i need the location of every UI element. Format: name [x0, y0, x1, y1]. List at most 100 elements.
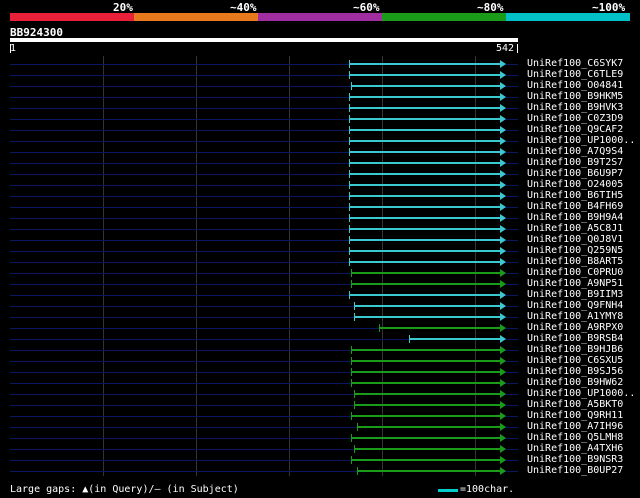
hit-arrow-icon — [500, 269, 506, 277]
hit-label[interactable]: UniRef100_B0UP27 — [527, 465, 623, 476]
hit-label[interactable]: UniRef100_C6SYK7 — [527, 58, 623, 69]
hit-label[interactable]: UniRef100_C6TLE9 — [527, 69, 623, 80]
hit-label[interactable]: UniRef100_B9HW62 — [527, 377, 623, 388]
hit-label[interactable]: UniRef100_B9IIM3 — [527, 289, 623, 300]
hit-bar[interactable] — [408, 338, 500, 340]
hit-label[interactable]: UniRef100_A7IH96 — [527, 421, 623, 432]
hit-bar[interactable] — [348, 118, 500, 120]
hit-bar[interactable] — [348, 228, 500, 230]
hit-bar[interactable] — [348, 217, 500, 219]
hit-label[interactable]: UniRef100_B8ART5 — [527, 256, 623, 267]
hit-bar[interactable] — [351, 85, 500, 87]
hit-bar[interactable] — [348, 151, 500, 153]
hit-label[interactable]: UniRef100_A1YMY8 — [527, 311, 623, 322]
hit-label[interactable]: UniRef100_B9SJ56 — [527, 366, 623, 377]
hit-bar[interactable] — [351, 371, 500, 373]
hit-arrow-icon — [500, 104, 506, 112]
hit-label[interactable]: UniRef100_B6TIH5 — [527, 190, 623, 201]
hit-label[interactable]: UniRef100_B9HKM5 — [527, 91, 623, 102]
hit-start-tick — [378, 324, 380, 332]
hit-arrow-icon — [500, 467, 506, 475]
hit-bar[interactable] — [348, 250, 500, 252]
hit-start-tick — [348, 192, 350, 200]
hit-label[interactable]: UniRef100_A9RPX0 — [527, 322, 623, 333]
hit-bar[interactable] — [348, 63, 500, 65]
hit-bar[interactable] — [378, 327, 500, 329]
hit-bar[interactable] — [351, 415, 500, 417]
hit-bar[interactable] — [354, 305, 500, 307]
hit-start-tick — [356, 467, 358, 475]
hit-label[interactable]: UniRef100_UP1000.. — [527, 135, 635, 146]
hit-label[interactable]: UniRef100_Q259N5 — [527, 245, 623, 256]
hit-arrow-icon — [500, 159, 506, 167]
hit-bar[interactable] — [351, 382, 500, 384]
hit-label[interactable]: UniRef100_Q0J8V1 — [527, 234, 623, 245]
hit-bar[interactable] — [356, 426, 500, 428]
hit-start-tick — [348, 170, 350, 178]
hit-bar[interactable] — [351, 459, 500, 461]
hits-plot: UniRef100_C6SYK7 UniRef100_C6TLE9 UniRef10… — [0, 0, 640, 498]
hit-bar[interactable] — [348, 107, 500, 109]
scale-bar — [438, 489, 458, 492]
hit-label[interactable]: UniRef100_A5BKT0 — [527, 399, 623, 410]
hit-arrow-icon — [500, 247, 506, 255]
hit-bar[interactable] — [348, 261, 500, 263]
hit-bar[interactable] — [348, 162, 500, 164]
hit-label[interactable]: UniRef100_B9HJB6 — [527, 344, 623, 355]
hit-bar[interactable] — [351, 349, 500, 351]
hit-start-tick — [351, 368, 353, 376]
hit-bar[interactable] — [348, 173, 500, 175]
hit-arrow-icon — [500, 82, 506, 90]
hit-label[interactable]: UniRef100_B9T2S7 — [527, 157, 623, 168]
hit-bar[interactable] — [354, 393, 500, 395]
hit-arrow-icon — [500, 71, 506, 79]
hit-bar[interactable] — [348, 195, 500, 197]
hit-bar[interactable] — [354, 404, 500, 406]
hit-label[interactable]: UniRef100_B9H9A4 — [527, 212, 623, 223]
hit-start-tick — [348, 181, 350, 189]
hit-bar[interactable] — [351, 283, 500, 285]
hit-label[interactable]: UniRef100_A7Q9S4 — [527, 146, 623, 157]
hit-label[interactable]: UniRef100_Q9FNH4 — [527, 300, 623, 311]
hit-label[interactable]: UniRef100_C0PRU0 — [527, 267, 623, 278]
hit-label[interactable]: UniRef100_B6U9P7 — [527, 168, 623, 179]
hit-bar[interactable] — [348, 206, 500, 208]
hit-label[interactable]: UniRef100_O24005 — [527, 179, 623, 190]
hit-bar[interactable] — [351, 437, 500, 439]
hit-label[interactable]: UniRef100_A9NP51 — [527, 278, 623, 289]
hit-bar[interactable] — [354, 448, 500, 450]
hit-bar[interactable] — [356, 470, 500, 472]
hit-label[interactable]: UniRef100_B9HVK3 — [527, 102, 623, 113]
hit-bar[interactable] — [348, 184, 500, 186]
hit-label[interactable]: UniRef100_A4TXH6 — [527, 443, 623, 454]
hit-label[interactable]: UniRef100_B9RSB4 — [527, 333, 623, 344]
hit-label[interactable]: UniRef100_Q9RH11 — [527, 410, 623, 421]
hit-arrow-icon — [500, 412, 506, 420]
hit-arrow-icon — [500, 181, 506, 189]
hit-label[interactable]: UniRef100_C6SXU5 — [527, 355, 623, 366]
hit-start-tick — [351, 280, 353, 288]
hit-bar[interactable] — [348, 294, 500, 296]
hit-bar[interactable] — [348, 74, 500, 76]
hit-label[interactable]: UniRef100_A5C8J1 — [527, 223, 623, 234]
hit-bar[interactable] — [348, 239, 500, 241]
hit-start-tick — [348, 214, 350, 222]
hit-label[interactable]: UniRef100_UP1000.. — [527, 388, 635, 399]
hit-bar[interactable] — [351, 360, 500, 362]
hit-arrow-icon — [500, 335, 506, 343]
hit-label[interactable]: UniRef100_Q9CAF2 — [527, 124, 623, 135]
hit-start-tick — [351, 456, 353, 464]
hit-start-tick — [356, 423, 358, 431]
hit-bar[interactable] — [348, 140, 500, 142]
hit-label[interactable]: UniRef100_Q5LMH8 — [527, 432, 623, 443]
hit-bar[interactable] — [351, 272, 500, 274]
hit-label[interactable]: UniRef100_B4FH69 — [527, 201, 623, 212]
hit-start-tick — [408, 335, 410, 343]
hit-start-tick — [348, 60, 350, 68]
hit-label[interactable]: UniRef100_B9NSR3 — [527, 454, 623, 465]
hit-bar[interactable] — [348, 129, 500, 131]
hit-bar[interactable] — [354, 316, 500, 318]
hit-label[interactable]: UniRef100_C0Z3D9 — [527, 113, 623, 124]
hit-label[interactable]: UniRef100_O04841 — [527, 80, 623, 91]
hit-bar[interactable] — [348, 96, 500, 98]
